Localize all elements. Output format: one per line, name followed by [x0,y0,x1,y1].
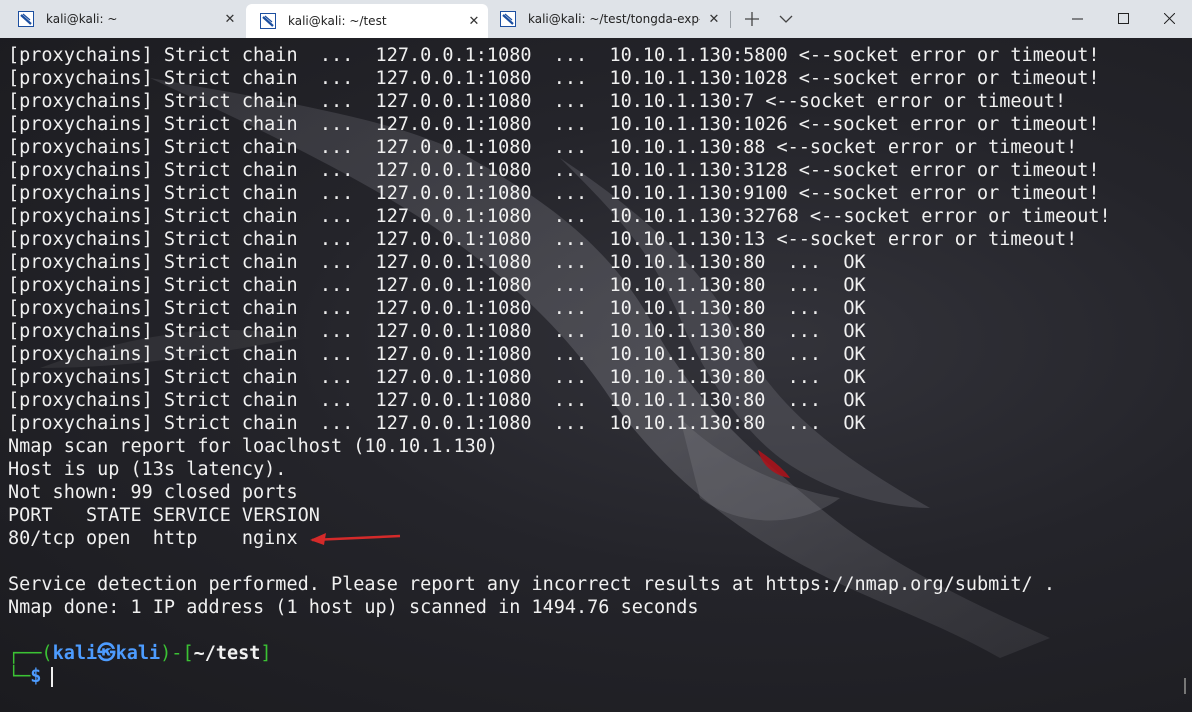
tab-tongda[interactable]: kali@kali: ~/test/tongda-exp-pc ✕ [488,0,728,38]
tab-divider [730,11,731,28]
close-window-button[interactable] [1146,0,1192,36]
prompt-corner-top: ┌──( [8,643,53,664]
output-line: PORT STATE SERVICE VERSION [8,505,320,526]
annotation-arrow [310,533,401,545]
terminal-app-icon [500,11,516,27]
output-line: Nmap scan report for loaclhost (10.10.1.… [8,436,499,457]
prompt-bracket-end: ] [260,643,272,664]
prompt-path: ~/test [193,643,261,664]
output-line: [proxychains] Strict chain ... 127.0.0.1… [8,321,866,342]
scrollbar-thumb[interactable] [1184,678,1186,694]
chevron-down-icon [779,15,793,23]
terminal-output: [proxychains] Strict chain ... 127.0.0.1… [8,44,1111,688]
terminal-app-icon [260,13,276,29]
output-line: [proxychains] Strict chain ... 127.0.0.1… [8,45,1100,66]
output-line: [proxychains] Strict chain ... 127.0.0.1… [8,137,1078,158]
output-line: Not shown: 99 closed ports [8,482,298,503]
text-cursor [51,667,54,687]
prompt-user-host: kali㉿kali [52,643,161,664]
tab-dropdown-button[interactable] [774,8,798,30]
prompt-input-line[interactable]: └─$ [8,665,1111,688]
tab-title: kali@kali: ~/test/tongda-exp-pc [528,12,700,26]
tab-title: kali@kali: ~/test [288,14,387,28]
nmap-port-line: 80/tcp open http nginx [8,528,298,549]
output-line: [proxychains] Strict chain ... 127.0.0.1… [8,183,1100,204]
prompt-corner-bottom: └─ [8,666,31,687]
output-line: [proxychains] Strict chain ... 127.0.0.1… [8,229,1078,250]
new-tab-button[interactable] [740,8,764,30]
output-line: [proxychains] Strict chain ... 127.0.0.1… [8,206,1111,227]
tab-title: kali@kali: ~ [46,12,118,26]
maximize-button[interactable] [1100,0,1146,36]
output-line: [proxychains] Strict chain ... 127.0.0.1… [8,252,866,273]
minimize-button[interactable] [1054,0,1100,36]
prompt-header: ┌──(kali㉿kali)-[~/test] [8,642,1111,665]
output-line: Service detection performed. Please repo… [8,574,1055,595]
output-line: [proxychains] Strict chain ... 127.0.0.1… [8,344,866,365]
tab-test[interactable]: kali@kali: ~/test ✕ [246,4,488,38]
plus-icon [745,12,759,26]
tab-home[interactable]: kali@kali: ~ ✕ [0,0,244,38]
output-line: [proxychains] Strict chain ... 127.0.0.1… [8,275,866,296]
minimize-icon [1071,18,1083,19]
output-line: Nmap done: 1 IP address (1 host up) scan… [8,597,699,618]
output-line: [proxychains] Strict chain ... 127.0.0.1… [8,160,1100,181]
output-line: [proxychains] Strict chain ... 127.0.0.1… [8,91,1067,112]
maximize-icon [1117,12,1129,24]
title-bar: kali@kali: ~ ✕ kali@kali: ~/test ✕ kali@… [0,0,1192,38]
output-line: [proxychains] Strict chain ... 127.0.0.1… [8,298,866,319]
terminal-pane[interactable]: [proxychains] Strict chain ... 127.0.0.1… [0,38,1192,712]
output-line: [proxychains] Strict chain ... 127.0.0.1… [8,114,1100,135]
output-line: [proxychains] Strict chain ... 127.0.0.1… [8,413,866,434]
output-line: [proxychains] Strict chain ... 127.0.0.1… [8,390,866,411]
close-icon [1163,12,1175,24]
output-line: [proxychains] Strict chain ... 127.0.0.1… [8,68,1100,89]
output-line: [proxychains] Strict chain ... 127.0.0.1… [8,367,866,388]
prompt-symbol: $ [30,666,42,687]
prompt-separator: )-[ [160,643,194,664]
terminal-app-icon [18,11,34,27]
close-tab-icon[interactable]: ✕ [700,12,728,27]
close-tab-icon[interactable]: ✕ [216,12,244,27]
output-line: Host is up (13s latency). [8,459,287,480]
close-tab-icon[interactable]: ✕ [460,14,488,29]
